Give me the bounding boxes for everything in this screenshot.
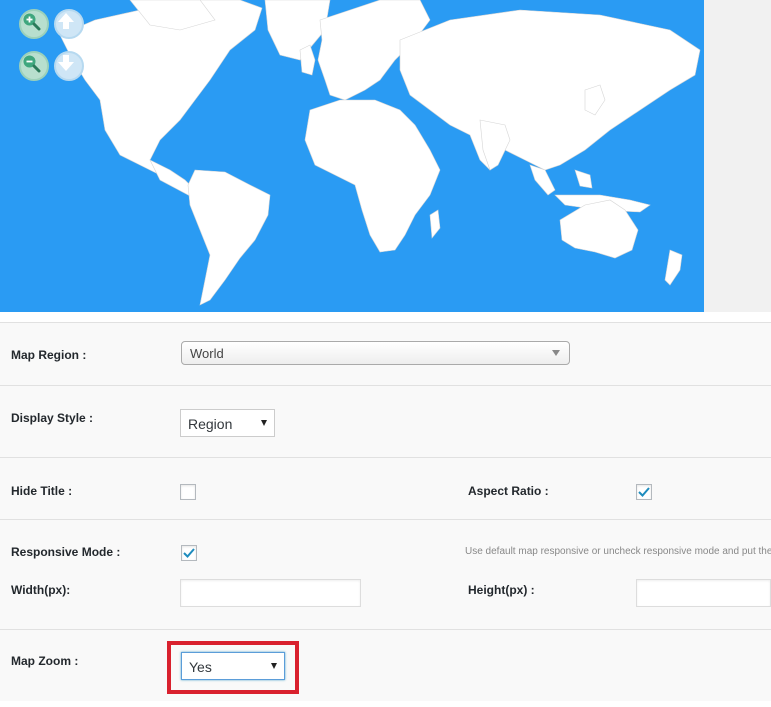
checkmark-icon bbox=[638, 487, 650, 497]
map-region-label: Map Region : bbox=[11, 348, 87, 362]
hide-title-checkbox[interactable] bbox=[180, 484, 196, 500]
map-region-select[interactable]: World bbox=[181, 341, 570, 365]
height-input[interactable] bbox=[636, 579, 771, 607]
zoom-in-button[interactable] bbox=[19, 9, 49, 39]
chevron-down-icon bbox=[552, 350, 560, 356]
pan-up-button[interactable] bbox=[54, 9, 84, 39]
map-region-row: Map Region : World bbox=[0, 322, 771, 385]
zoom-in-icon bbox=[23, 13, 41, 31]
map-region-value: World bbox=[190, 346, 224, 361]
world-map-land bbox=[59, 0, 701, 306]
width-label: Width(px): bbox=[11, 583, 71, 597]
zoom-out-icon bbox=[23, 55, 41, 73]
hide-title-label: Hide Title : bbox=[11, 484, 73, 498]
responsive-mode-label: Responsive Mode : bbox=[11, 545, 121, 559]
display-style-row: Display Style : Region bbox=[0, 385, 771, 457]
display-style-select[interactable]: Region bbox=[180, 409, 275, 437]
height-label: Height(px) : bbox=[468, 583, 535, 597]
responsive-mode-note: Use default map responsive or uncheck re… bbox=[465, 546, 771, 557]
responsive-mode-row: Responsive Mode : Use default map respon… bbox=[0, 519, 771, 629]
arrow-down-icon bbox=[58, 55, 74, 71]
chevron-down-icon bbox=[261, 420, 267, 426]
width-input[interactable] bbox=[180, 579, 361, 607]
display-style-value: Region bbox=[188, 416, 233, 432]
map-zoom-select[interactable]: Yes bbox=[181, 652, 285, 680]
arrow-up-icon bbox=[58, 13, 74, 29]
chevron-down-icon bbox=[271, 663, 277, 669]
map-zoom-value: Yes bbox=[189, 659, 212, 675]
pan-down-button[interactable] bbox=[54, 51, 84, 81]
checkmark-icon bbox=[183, 548, 195, 558]
map-zoom-label: Map Zoom : bbox=[11, 654, 79, 668]
responsive-mode-checkbox[interactable] bbox=[181, 545, 197, 561]
world-map[interactable] bbox=[0, 0, 704, 312]
zoom-out-button[interactable] bbox=[19, 51, 49, 81]
map-settings-form: Map Region : World Display Style : Regio… bbox=[0, 312, 771, 707]
hide-title-row: Hide Title : Aspect Ratio : bbox=[0, 457, 771, 519]
map-zoom-row: Map Zoom : Yes bbox=[0, 629, 771, 701]
aspect-ratio-label: Aspect Ratio : bbox=[468, 484, 549, 498]
aspect-ratio-checkbox[interactable] bbox=[636, 484, 652, 500]
display-style-label: Display Style : bbox=[11, 411, 94, 425]
